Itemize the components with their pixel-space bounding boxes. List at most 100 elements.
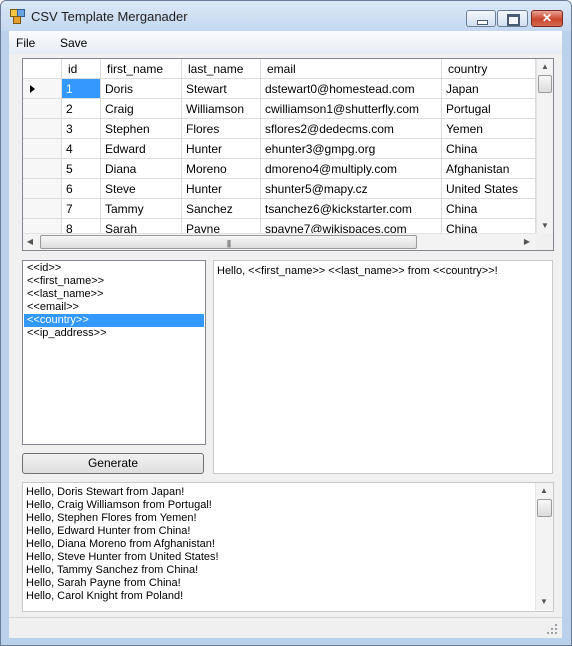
- window-title: CSV Template Merganader: [31, 9, 188, 24]
- row-header[interactable]: [23, 139, 62, 159]
- output-line: Hello, Stephen Flores from Yemen!: [26, 512, 197, 524]
- cell-last-name[interactable]: Williamson: [182, 99, 261, 119]
- output-textbox[interactable]: Hello, Doris Stewart from Japan! Hello, C…: [22, 482, 554, 612]
- cell-id[interactable]: 7: [62, 199, 101, 219]
- column-header-country[interactable]: country: [442, 59, 536, 79]
- output-line: Hello, Steve Hunter from United States!: [26, 551, 219, 563]
- cell-first-name[interactable]: Stephen: [101, 119, 182, 139]
- placeholder-item[interactable]: <<country>>: [24, 314, 204, 327]
- csv-data-grid[interactable]: id first_name last_name email country 1 Doris…: [22, 58, 554, 251]
- row-header[interactable]: [23, 119, 62, 139]
- output-line: Hello, Carol Knight from Poland!: [26, 590, 184, 602]
- scroll-down-icon[interactable]: ▼: [539, 220, 551, 232]
- cell-country[interactable]: Afghanistan: [442, 159, 536, 179]
- table-row[interactable]: 3 Stephen Flores sflores2@dedecms.com Yemen: [23, 119, 536, 139]
- cell-id[interactable]: 6: [62, 179, 101, 199]
- cell-first-name[interactable]: Tammy: [101, 199, 182, 219]
- row-header[interactable]: [23, 179, 62, 199]
- close-button[interactable]: [531, 10, 563, 27]
- scroll-right-icon[interactable]: ▶: [521, 236, 533, 248]
- placeholder-item[interactable]: <<last_name>>: [24, 288, 204, 301]
- cell-country[interactable]: China: [442, 139, 536, 159]
- title-bar[interactable]: CSV Template Merganader: [1, 1, 571, 31]
- cell-id[interactable]: 1: [62, 79, 101, 99]
- cell-id[interactable]: 5: [62, 159, 101, 179]
- cell-email[interactable]: cwilliamson1@shutterfly.com: [261, 99, 442, 119]
- grid-horizontal-scroll-thumb[interactable]: |||: [40, 235, 417, 249]
- cell-last-name[interactable]: Sanchez: [182, 199, 261, 219]
- menu-save[interactable]: Save: [60, 36, 87, 50]
- cell-id[interactable]: 4: [62, 139, 101, 159]
- scroll-up-icon[interactable]: ▲: [539, 61, 551, 73]
- row-header[interactable]: [23, 99, 62, 119]
- grid-vertical-scroll-thumb[interactable]: [538, 75, 552, 93]
- scroll-down-icon[interactable]: ▼: [538, 596, 550, 608]
- app-window: CSV Template Merganader File Save idfirs…: [0, 0, 572, 646]
- placeholder-item[interactable]: <<email>>: [24, 301, 204, 314]
- placeholder-item[interactable]: <<ip_address>>: [24, 327, 204, 340]
- menu-file[interactable]: File: [16, 36, 35, 50]
- column-header-last-name[interactable]: last_name: [182, 59, 261, 79]
- table-row[interactable]: 5 Diana Moreno dmoreno4@multiply.com Afghani…: [23, 159, 536, 179]
- placeholder-item[interactable]: <<id>>: [24, 262, 204, 275]
- cell-last-name[interactable]: Hunter: [182, 139, 261, 159]
- table-row[interactable]: 2 Craig Williamson cwilliamson1@shutterfly.…: [23, 99, 536, 119]
- row-header[interactable]: [23, 159, 62, 179]
- cell-email[interactable]: shunter5@mapy.cz: [261, 179, 442, 199]
- form-client-area: File Save id first_name last_name email coun…: [9, 31, 562, 638]
- scroll-up-icon[interactable]: ▲: [538, 485, 550, 497]
- cell-country[interactable]: United States: [442, 179, 536, 199]
- template-textbox[interactable]: Hello, <<first_name>> <<last_name>> from…: [213, 260, 553, 474]
- cell-first-name[interactable]: Steve: [101, 179, 182, 199]
- column-header-email[interactable]: email: [261, 59, 442, 79]
- table-row[interactable]: 7 Tammy Sanchez tsanchez6@kickstarter.com Ch…: [23, 199, 536, 219]
- cell-last-name[interactable]: Stewart: [182, 79, 261, 99]
- cell-country[interactable]: Japan: [442, 79, 536, 99]
- cell-first-name[interactable]: Diana: [101, 159, 182, 179]
- status-bar: [9, 617, 562, 638]
- grid-header: id first_name last_name email country: [23, 59, 536, 79]
- cell-first-name[interactable]: Craig: [101, 99, 182, 119]
- table-row[interactable]: 4 Edward Hunter ehunter3@gmpg.org China: [23, 139, 536, 159]
- output-vertical-scroll-thumb[interactable]: [537, 499, 552, 517]
- csv-app-icon: [10, 9, 25, 24]
- grid-corner-header[interactable]: [23, 59, 62, 79]
- cell-last-name[interactable]: Flores: [182, 119, 261, 139]
- grid-horizontal-scrollbar[interactable]: ◀ ||| ▶: [23, 233, 536, 250]
- cell-email[interactable]: ehunter3@gmpg.org: [261, 139, 442, 159]
- scroll-left-icon[interactable]: ◀: [24, 236, 36, 248]
- size-grip-icon[interactable]: [547, 624, 558, 635]
- cell-country[interactable]: China: [442, 199, 536, 219]
- grid-vertical-scrollbar[interactable]: ▲ ▼: [536, 59, 553, 233]
- cell-first-name[interactable]: Doris: [101, 79, 182, 99]
- current-row-arrow-icon: [30, 85, 35, 93]
- column-header-id[interactable]: id: [62, 59, 101, 79]
- cell-email[interactable]: sflores2@dedecms.com: [261, 119, 442, 139]
- output-vertical-scrollbar[interactable]: ▲ ▼: [535, 483, 553, 610]
- row-header[interactable]: [23, 199, 62, 219]
- output-line: Hello, Edward Hunter from China!: [26, 525, 191, 537]
- placeholder-item[interactable]: <<first_name>>: [24, 275, 204, 288]
- cell-last-name[interactable]: Moreno: [182, 159, 261, 179]
- cell-email[interactable]: dmoreno4@multiply.com: [261, 159, 442, 179]
- output-line: Hello, Doris Stewart from Japan!: [26, 486, 185, 498]
- table-row[interactable]: 1 Doris Stewart dstewart0@homestead.com Japa…: [23, 79, 536, 99]
- output-line: Hello, Craig Williamson from Portugal!: [26, 499, 212, 511]
- cell-id[interactable]: 2: [62, 99, 101, 119]
- cell-country[interactable]: Yemen: [442, 119, 536, 139]
- grid-scroll-corner: [536, 233, 553, 250]
- minimize-button[interactable]: [466, 10, 496, 27]
- row-header[interactable]: [23, 79, 62, 99]
- cell-email[interactable]: dstewart0@homestead.com: [261, 79, 442, 99]
- cell-id[interactable]: 3: [62, 119, 101, 139]
- output-line: Hello, Sarah Payne from China!: [26, 577, 181, 589]
- cell-last-name[interactable]: Hunter: [182, 179, 261, 199]
- maximize-button[interactable]: [497, 10, 528, 27]
- cell-country[interactable]: Portugal: [442, 99, 536, 119]
- column-header-first-name[interactable]: first_name: [101, 59, 182, 79]
- cell-first-name[interactable]: Edward: [101, 139, 182, 159]
- generate-button[interactable]: Generate: [22, 453, 204, 474]
- cell-email[interactable]: tsanchez6@kickstarter.com: [261, 199, 442, 219]
- placeholder-listbox[interactable]: <<id>> <<first_name>> <<last_name>> <<email…: [22, 260, 206, 445]
- table-row[interactable]: 6 Steve Hunter shunter5@mapy.cz United State…: [23, 179, 536, 199]
